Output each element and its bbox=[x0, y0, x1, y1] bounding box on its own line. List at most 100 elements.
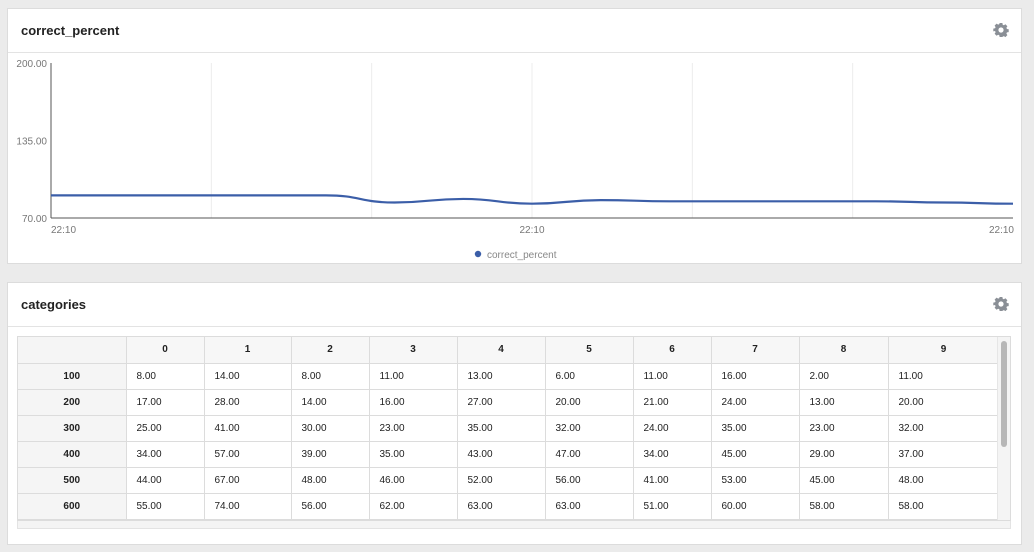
table-cell: 56.00 bbox=[545, 467, 634, 494]
line-chart: 200.00 135.00 70.00 22:10 22:10 22:10 correct_… bbox=[8, 53, 1021, 263]
table-cell: 23.00 bbox=[369, 415, 458, 442]
table-cell: 57.00 bbox=[204, 441, 292, 468]
table-cell: 29.00 bbox=[799, 441, 889, 468]
table-cell: 39.00 bbox=[291, 441, 370, 468]
x-tick-label: 22:10 bbox=[519, 225, 544, 236]
table-cell: 74.00 bbox=[204, 493, 292, 520]
table-cell: 20.00 bbox=[545, 389, 634, 416]
x-tick-label: 22:10 bbox=[989, 225, 1014, 236]
table-cell: 11.00 bbox=[369, 363, 458, 390]
table-row: 100 8.00 14.00 8.00 11.00 13.00 6.00 11.00 16.00… bbox=[18, 363, 1000, 390]
table-cell: 47.00 bbox=[545, 441, 634, 468]
table-cell: 24.00 bbox=[711, 389, 800, 416]
gear-icon[interactable] bbox=[993, 296, 1009, 312]
y-tick-label: 135.00 bbox=[16, 137, 47, 148]
column-header[interactable]: 3 bbox=[369, 337, 458, 364]
panel-header: categories bbox=[8, 283, 1021, 327]
x-tick-label: 22:10 bbox=[51, 225, 76, 236]
table-corner-cell bbox=[18, 337, 127, 364]
table-cell: 63.00 bbox=[545, 493, 634, 520]
panel-title: categories bbox=[21, 297, 87, 312]
table-cell: 13.00 bbox=[799, 389, 889, 416]
row-header: 500 bbox=[18, 467, 127, 494]
table-cell: 32.00 bbox=[545, 415, 634, 442]
table-cell: 11.00 bbox=[888, 363, 1000, 390]
table-cell: 35.00 bbox=[711, 415, 800, 442]
table-cell: 55.00 bbox=[126, 493, 205, 520]
row-header: 600 bbox=[18, 493, 127, 520]
table-cell: 34.00 bbox=[633, 441, 712, 468]
table-cell: 48.00 bbox=[291, 467, 370, 494]
y-tick-label: 200.00 bbox=[16, 59, 47, 70]
table-cell: 32.00 bbox=[888, 415, 1000, 442]
chart-panel: correct_percent 200.00 135.00 70.00 22:10 22… bbox=[7, 8, 1022, 264]
table-cell: 56.00 bbox=[291, 493, 370, 520]
table-cell: 45.00 bbox=[711, 441, 800, 468]
column-header[interactable]: 4 bbox=[457, 337, 546, 364]
panel-header: correct_percent bbox=[8, 9, 1021, 53]
table-cell: 27.00 bbox=[457, 389, 546, 416]
table-cell: 28.00 bbox=[204, 389, 292, 416]
table-cell: 53.00 bbox=[711, 467, 800, 494]
column-header[interactable]: 6 bbox=[633, 337, 712, 364]
table-row: 500 44.00 67.00 48.00 46.00 52.00 56.00 41.00 53… bbox=[18, 467, 1000, 494]
vertical-scrollbar-thumb[interactable] bbox=[1001, 341, 1007, 447]
categories-table: 0123456789 100 8.00 14.00 8.00 11.00 13.00 6.0… bbox=[18, 337, 1000, 520]
table-cell: 63.00 bbox=[457, 493, 546, 520]
table-cell: 46.00 bbox=[369, 467, 458, 494]
legend-marker bbox=[474, 250, 482, 258]
table-cell: 52.00 bbox=[457, 467, 546, 494]
panel-title: correct_percent bbox=[21, 23, 120, 38]
row-header: 100 bbox=[18, 363, 127, 390]
table-cell: 8.00 bbox=[291, 363, 370, 390]
table-cell: 14.00 bbox=[204, 363, 292, 390]
table-cell: 16.00 bbox=[711, 363, 800, 390]
table-row: 200 17.00 28.00 14.00 16.00 27.00 20.00 21.00 24… bbox=[18, 389, 1000, 416]
column-header[interactable]: 0 bbox=[126, 337, 205, 364]
table-cell: 51.00 bbox=[633, 493, 712, 520]
gear-icon[interactable] bbox=[993, 22, 1009, 38]
table-cell: 17.00 bbox=[126, 389, 205, 416]
vertical-scrollbar[interactable] bbox=[997, 337, 1010, 520]
table-header-row: 0123456789 bbox=[18, 337, 1000, 364]
table-cell: 16.00 bbox=[369, 389, 458, 416]
table-cell: 8.00 bbox=[126, 363, 205, 390]
table-cell: 6.00 bbox=[545, 363, 634, 390]
horizontal-scrollbar[interactable] bbox=[17, 521, 1011, 529]
table-row: 300 25.00 41.00 30.00 23.00 35.00 32.00 24.00 35… bbox=[18, 415, 1000, 442]
row-header: 300 bbox=[18, 415, 127, 442]
legend-label: correct_percent bbox=[487, 250, 557, 261]
table-cell: 13.00 bbox=[457, 363, 546, 390]
table-cell: 67.00 bbox=[204, 467, 292, 494]
table-cell: 41.00 bbox=[204, 415, 292, 442]
table-cell: 45.00 bbox=[799, 467, 889, 494]
table-cell: 60.00 bbox=[711, 493, 800, 520]
table-cell: 35.00 bbox=[457, 415, 546, 442]
column-header[interactable]: 9 bbox=[888, 337, 1000, 364]
column-header[interactable]: 5 bbox=[545, 337, 634, 364]
table-cell: 2.00 bbox=[799, 363, 889, 390]
column-header[interactable]: 7 bbox=[711, 337, 800, 364]
table-cell: 30.00 bbox=[291, 415, 370, 442]
row-header: 400 bbox=[18, 441, 127, 468]
table-cell: 58.00 bbox=[799, 493, 889, 520]
table-cell: 20.00 bbox=[888, 389, 1000, 416]
column-header[interactable]: 1 bbox=[204, 337, 292, 364]
table-cell: 24.00 bbox=[633, 415, 712, 442]
table-cell: 35.00 bbox=[369, 441, 458, 468]
table-row: 400 34.00 57.00 39.00 35.00 43.00 47.00 34.00 45… bbox=[18, 441, 1000, 468]
table-cell: 37.00 bbox=[888, 441, 1000, 468]
table-cell: 48.00 bbox=[888, 467, 1000, 494]
table-cell: 23.00 bbox=[799, 415, 889, 442]
column-header[interactable]: 8 bbox=[799, 337, 889, 364]
row-header: 200 bbox=[18, 389, 127, 416]
column-header[interactable]: 2 bbox=[291, 337, 370, 364]
categories-table-container[interactable]: 0123456789 100 8.00 14.00 8.00 11.00 13.00 6.0… bbox=[17, 336, 1011, 521]
table-panel: categories 0123456789 100 8.00 14.00 8.00 11… bbox=[7, 282, 1022, 545]
table-cell: 44.00 bbox=[126, 467, 205, 494]
table-cell: 21.00 bbox=[633, 389, 712, 416]
table-cell: 25.00 bbox=[126, 415, 205, 442]
table-cell: 11.00 bbox=[633, 363, 712, 390]
table-cell: 43.00 bbox=[457, 441, 546, 468]
table-cell: 62.00 bbox=[369, 493, 458, 520]
